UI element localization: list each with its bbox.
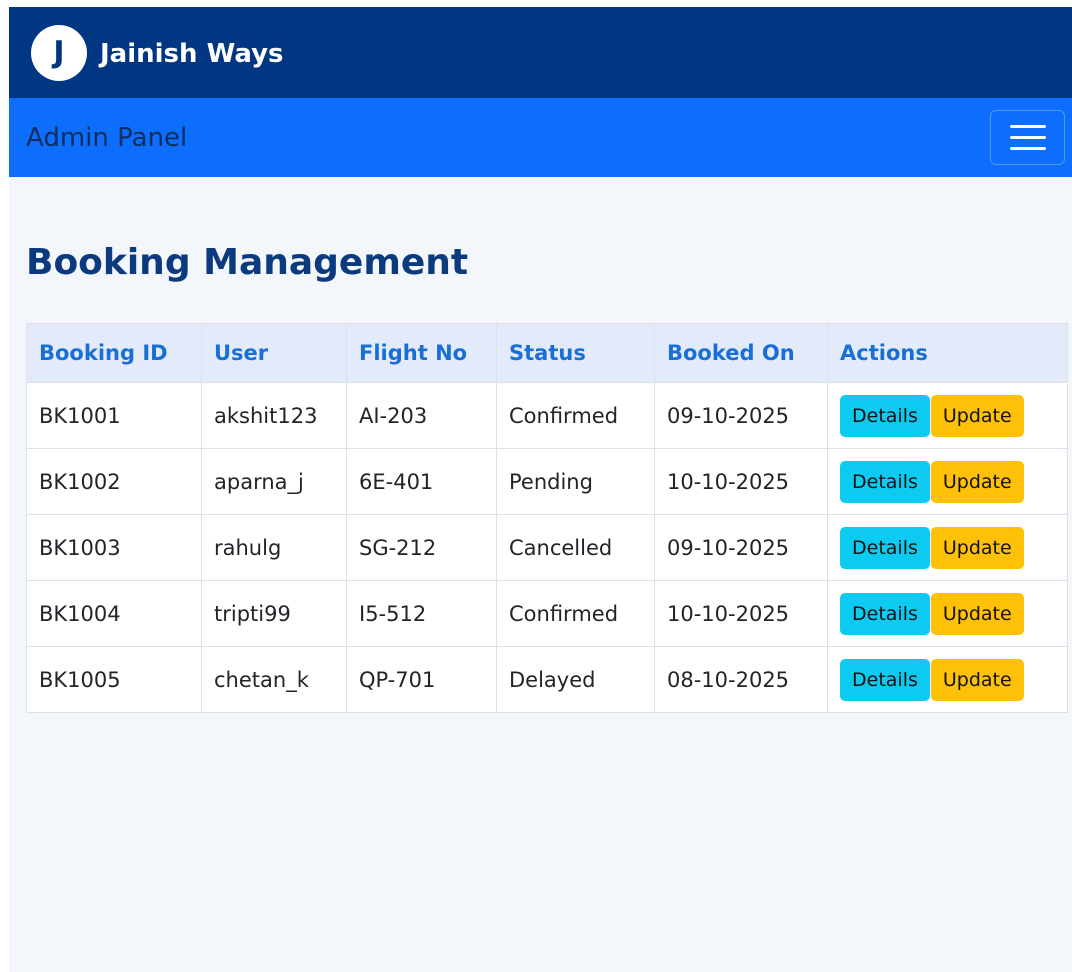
- flight-no-cell: AI-203: [346, 382, 497, 449]
- details-button[interactable]: Details: [840, 658, 930, 701]
- booked-on-cell: 09-10-2025: [654, 514, 828, 581]
- user-cell: chetan_k: [201, 646, 347, 713]
- update-button[interactable]: Update: [930, 460, 1024, 503]
- actions-cell: Details Update: [827, 382, 1068, 449]
- booked-on-cell: 09-10-2025: [654, 382, 828, 449]
- booked-on-cell: 10-10-2025: [654, 580, 828, 647]
- details-button[interactable]: Details: [840, 526, 930, 569]
- column-header-booked-on: Booked On: [654, 323, 828, 383]
- hamburger-menu-icon-line-bottom: [1010, 147, 1046, 150]
- status-cell: Cancelled: [496, 514, 655, 581]
- flight-no-cell: 6E-401: [346, 448, 497, 515]
- table-row: BK1001 akshit123 AI-203 Confirmed 09-10-…: [26, 382, 1068, 449]
- actions-cell: Details Update: [827, 580, 1068, 647]
- admin-navbar: Admin Panel: [9, 98, 1072, 177]
- table-header-row: Booking ID User Flight No Status Booked …: [26, 323, 1068, 383]
- column-header-actions: Actions: [827, 323, 1068, 383]
- column-header-booking-id: Booking ID: [26, 323, 202, 383]
- details-button[interactable]: Details: [840, 394, 930, 437]
- table-row: BK1005 chetan_k QP-701 Delayed 08-10-202…: [26, 646, 1068, 713]
- booking-id-cell: BK1002: [26, 448, 202, 515]
- user-cell: tripti99: [201, 580, 347, 647]
- column-header-flight-no: Flight No: [346, 323, 497, 383]
- booked-on-cell: 08-10-2025: [654, 646, 828, 713]
- actions-cell: Details Update: [827, 646, 1068, 713]
- status-cell: Confirmed: [496, 382, 655, 449]
- table-row: BK1004 tripti99 I5-512 Confirmed 10-10-2…: [26, 580, 1068, 647]
- booking-id-cell: BK1001: [26, 382, 202, 449]
- column-header-user: User: [201, 323, 347, 383]
- booking-id-cell: BK1003: [26, 514, 202, 581]
- brand-logo[interactable]: J: [31, 25, 87, 81]
- page-title: Booking Management: [26, 242, 469, 283]
- hamburger-menu-icon-line-middle: [1010, 136, 1046, 139]
- user-cell: akshit123: [201, 382, 347, 449]
- details-button[interactable]: Details: [840, 592, 930, 635]
- flight-no-cell: SG-212: [346, 514, 497, 581]
- brand-name[interactable]: Jainish Ways: [100, 37, 284, 71]
- details-button[interactable]: Details: [840, 460, 930, 503]
- bookings-table: Booking ID User Flight No Status Booked …: [26, 323, 1068, 713]
- admin-panel-title[interactable]: Admin Panel: [26, 121, 187, 155]
- app-frame: J Jainish Ways Admin Panel Booking Manag…: [9, 7, 1072, 972]
- flight-no-cell: QP-701: [346, 646, 497, 713]
- actions-cell: Details Update: [827, 514, 1068, 581]
- status-cell: Delayed: [496, 646, 655, 713]
- update-button[interactable]: Update: [930, 658, 1024, 701]
- table-row: BK1003 rahulg SG-212 Cancelled 09-10-202…: [26, 514, 1068, 581]
- update-button[interactable]: Update: [930, 526, 1024, 569]
- actions-cell: Details Update: [827, 448, 1068, 515]
- hamburger-menu-icon-line-top: [1010, 125, 1046, 128]
- top-header: J Jainish Ways: [9, 7, 1072, 98]
- flight-no-cell: I5-512: [346, 580, 497, 647]
- status-cell: Confirmed: [496, 580, 655, 647]
- update-button[interactable]: Update: [930, 394, 1024, 437]
- user-cell: rahulg: [201, 514, 347, 581]
- booked-on-cell: 10-10-2025: [654, 448, 828, 515]
- table-row: BK1002 aparna_j 6E-401 Pending 10-10-202…: [26, 448, 1068, 515]
- booking-id-cell: BK1005: [26, 646, 202, 713]
- status-cell: Pending: [496, 448, 655, 515]
- user-cell: aparna_j: [201, 448, 347, 515]
- update-button[interactable]: Update: [930, 592, 1024, 635]
- column-header-status: Status: [496, 323, 655, 383]
- hamburger-menu-button[interactable]: [990, 110, 1065, 165]
- booking-id-cell: BK1004: [26, 580, 202, 647]
